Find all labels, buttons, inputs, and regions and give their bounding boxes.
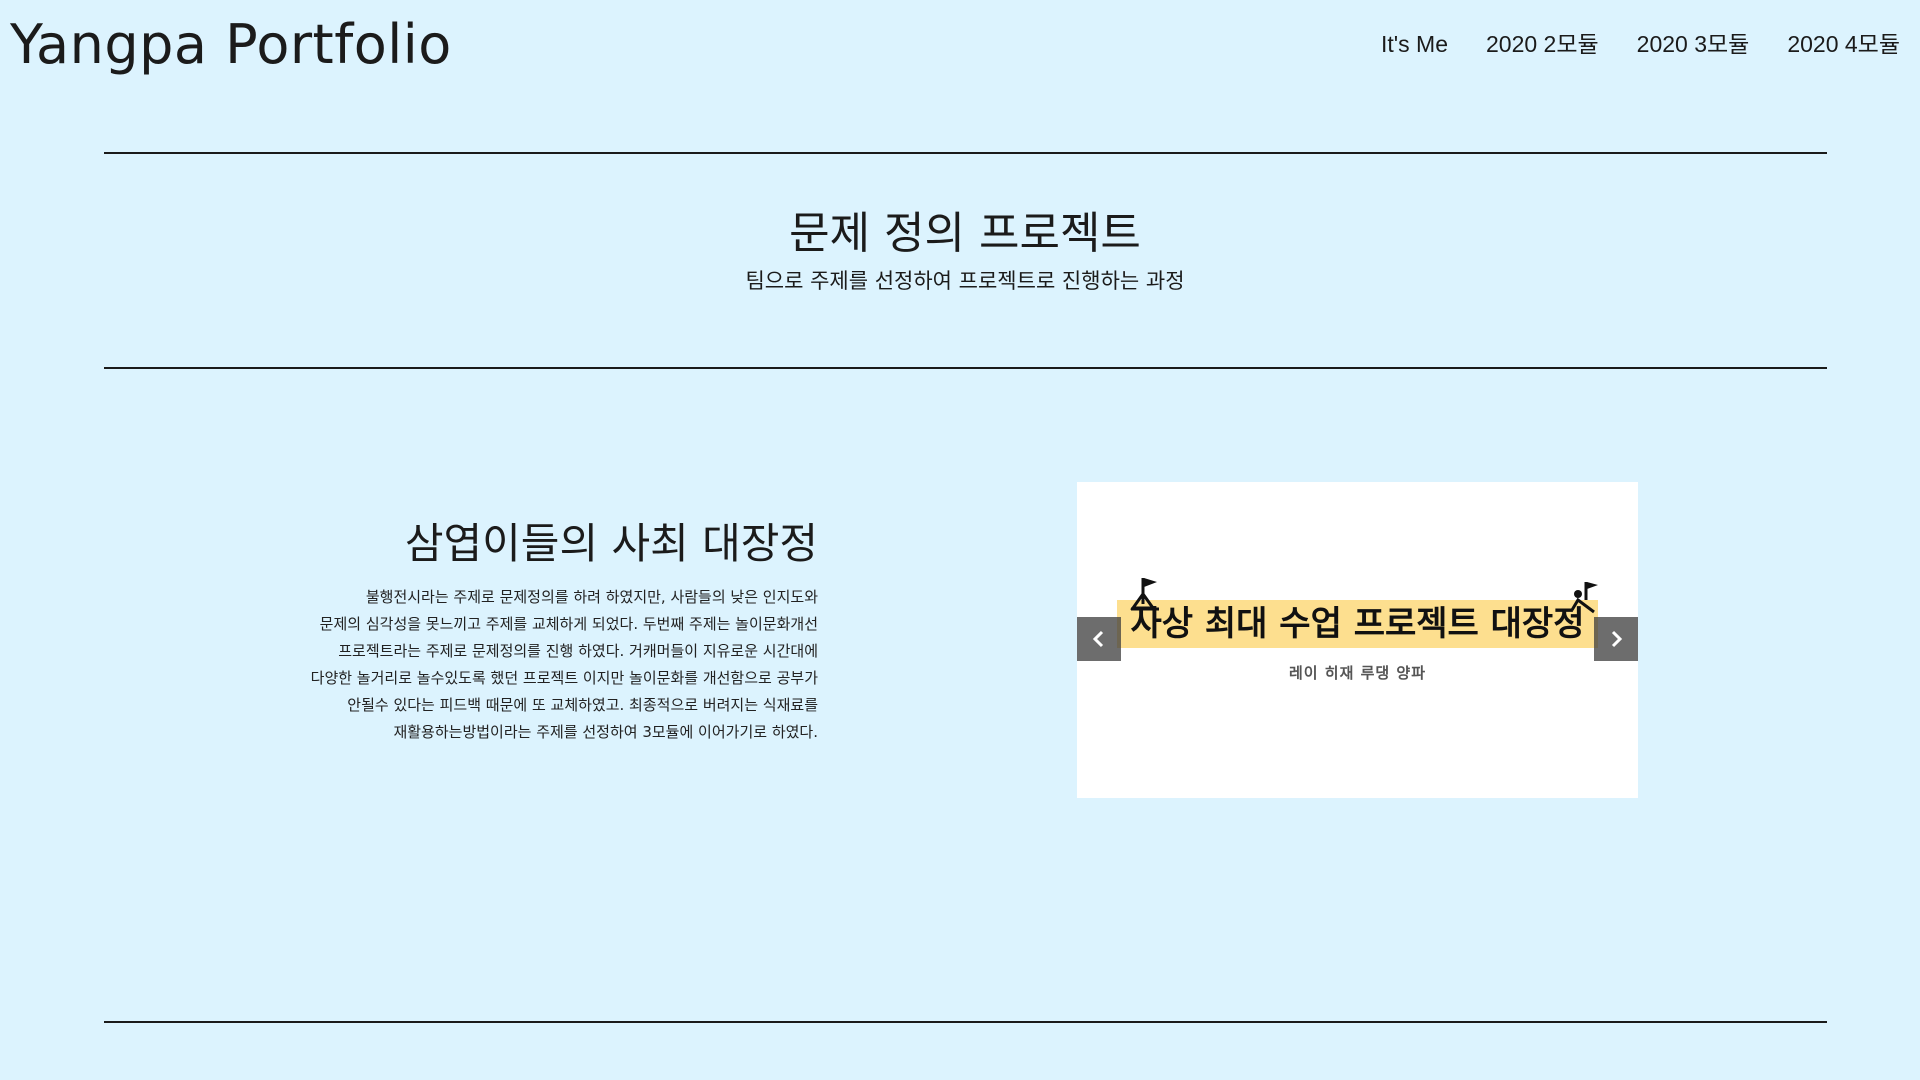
divider-middle (104, 367, 1827, 369)
site-logo[interactable]: Yangpa Portfolio (10, 10, 452, 80)
description-line: 재활용하는방법이라는 주제를 선정하여 3모듈에 이어가기로 하였다. (393, 723, 818, 741)
nav-item-2020-module-3[interactable]: 2020 3모듈 (1637, 26, 1750, 62)
divider-bottom (104, 1021, 1827, 1023)
main-nav: It's Me 2020 2모듈 2020 3모듈 2020 4모듈 (1381, 26, 1900, 62)
slide-title: 사상 최대 수업 프로젝트 대장정 (1130, 604, 1585, 644)
chevron-left-icon (1092, 630, 1104, 648)
nav-item-its-me[interactable]: It's Me (1381, 26, 1448, 62)
portfolio-page: Yangpa Portfolio It's Me 2020 2모듈 2020 3… (0, 0, 1920, 1080)
project-title: 삼엽이들의 사최 대장정 (404, 519, 818, 568)
section-subtitle: 팀으로 주제를 선정하여 프로젝트로 진행하는 과정 (745, 269, 1185, 293)
project-description: 불행전시라는 주제로 문제정의를 하려 하였지만, 사람들의 낮은 인지도와 문… (238, 584, 818, 746)
description-line: 문제의 심각성을 못느끼고 주제를 교체하게 되었다. 두번째 주제는 놀이문화… (319, 615, 818, 633)
carousel-next-button[interactable] (1594, 617, 1638, 661)
nav-item-2020-module-2[interactable]: 2020 2모듈 (1486, 26, 1599, 62)
chevron-right-icon (1611, 630, 1623, 648)
section-title: 문제 정의 프로젝트 (789, 208, 1141, 259)
description-line: 안될수 있다는 피드백 때문에 또 교체하였고. 최종적으로 버려지는 식재료를 (347, 696, 818, 714)
divider-top (104, 152, 1827, 154)
slide-credits: 레이 히재 루댕 양파 (1288, 664, 1427, 682)
carousel-prev-button[interactable] (1077, 617, 1121, 661)
nav-item-2020-module-4[interactable]: 2020 4모듈 (1787, 26, 1900, 62)
description-line: 다양한 놀거리로 놀수있도록 했던 프로젝트 이지만 놀이문화를 개선함으로 공… (310, 669, 818, 687)
description-line: 불행전시라는 주제로 문제정의를 하려 하였지만, 사람들의 낮은 인지도와 (365, 588, 818, 606)
description-line: 프로젝트라는 주제로 문제정의를 진행 하였다. 거캐머들이 지유로운 시간대에 (338, 642, 818, 660)
image-carousel[interactable]: 사상 최대 수업 프로젝트 대장정 레이 히재 루댕 양파 (1077, 482, 1638, 798)
